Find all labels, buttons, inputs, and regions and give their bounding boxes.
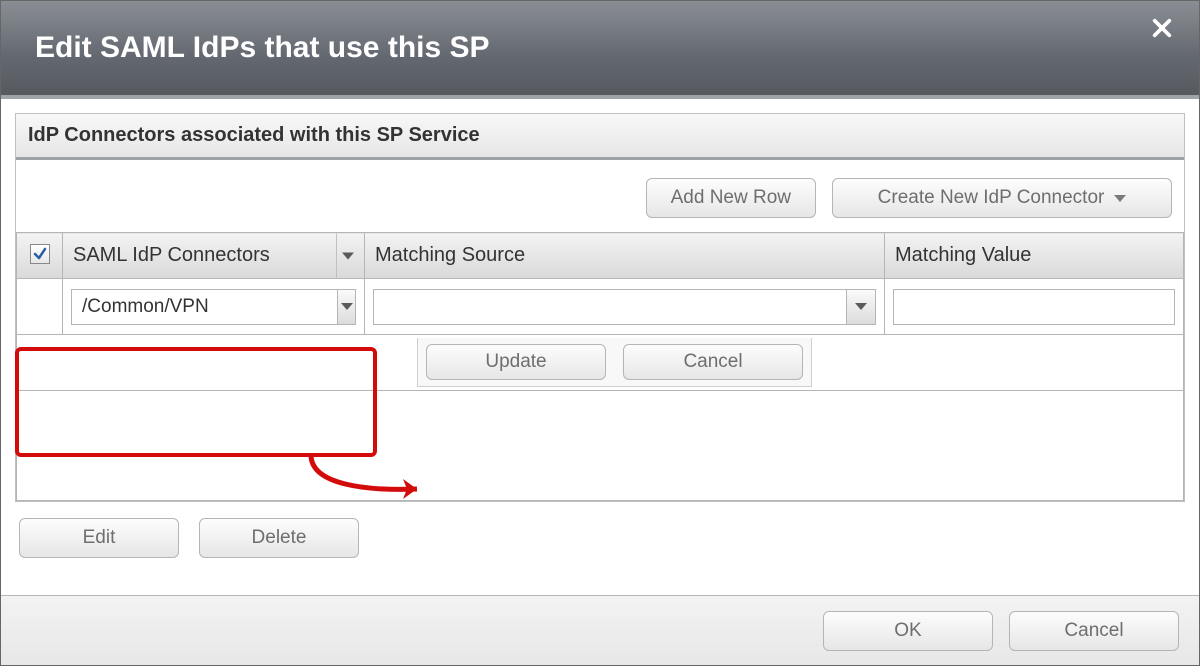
connectors-table-wrap: SAML IdP Connectors Matching Source Matc… — [16, 232, 1184, 501]
ok-button[interactable]: OK — [823, 611, 993, 651]
row-cancel-button[interactable]: Cancel — [623, 344, 803, 380]
section-body: Add New Row Create New IdP Connector — [16, 160, 1184, 501]
list-actions: Edit Delete — [15, 502, 1185, 574]
table-header-row: SAML IdP Connectors Matching Source Matc… — [17, 233, 1184, 279]
table-header-source-label: Matching Source — [375, 244, 525, 266]
table-header-connectors-label: SAML IdP Connectors — [73, 244, 270, 266]
connectors-table: SAML IdP Connectors Matching Source Matc… — [16, 232, 1184, 501]
connector-dropdown-toggle[interactable] — [337, 289, 356, 325]
value-input[interactable] — [893, 289, 1175, 325]
table-header-connectors[interactable]: SAML IdP Connectors — [63, 233, 365, 279]
table-row — [17, 279, 1184, 335]
table-row-actions: Update Cancel — [17, 335, 1184, 391]
dialog-footer: OK Cancel — [1, 595, 1199, 665]
chevron-down-icon — [1114, 195, 1126, 202]
create-new-idp-connector-button[interactable]: Create New IdP Connector — [832, 178, 1172, 218]
row-cancel-label: Cancel — [683, 351, 742, 373]
close-icon[interactable] — [1151, 17, 1177, 43]
row-actions-panel: Update Cancel — [417, 338, 812, 387]
delete-button[interactable]: Delete — [199, 518, 359, 558]
edit-label: Edit — [83, 527, 116, 549]
dialog-body: IdP Connectors associated with this SP S… — [1, 99, 1199, 595]
add-new-row-button[interactable]: Add New Row — [646, 178, 816, 218]
add-new-row-label: Add New Row — [671, 187, 791, 209]
table-header-value-label: Matching Value — [895, 244, 1031, 266]
chevron-down-icon — [341, 303, 353, 310]
ok-label: OK — [894, 620, 921, 642]
row-checkbox-cell — [17, 279, 63, 335]
update-button[interactable]: Update — [426, 344, 606, 380]
delete-label: Delete — [252, 527, 307, 549]
source-input[interactable] — [373, 289, 846, 325]
row-connector-cell — [63, 279, 365, 335]
update-label: Update — [485, 351, 546, 373]
cancel-button[interactable]: Cancel — [1009, 611, 1179, 651]
section-toolbar: Add New Row Create New IdP Connector — [16, 160, 1184, 232]
chevron-down-icon — [855, 303, 867, 310]
row-source-cell — [365, 279, 885, 335]
table-empty-space — [17, 391, 1184, 501]
row-value-cell — [885, 279, 1184, 335]
dialog-edit-saml-idps: Edit SAML IdPs that use this SP IdP Conn… — [0, 0, 1200, 666]
create-new-idp-connector-label: Create New IdP Connector — [878, 187, 1105, 209]
section-header: IdP Connectors associated with this SP S… — [16, 114, 1184, 160]
edit-button[interactable]: Edit — [19, 518, 179, 558]
section-idp-connectors: IdP Connectors associated with this SP S… — [15, 113, 1185, 502]
dialog-title: Edit SAML IdPs that use this SP — [35, 31, 490, 65]
connector-combobox[interactable] — [71, 289, 356, 325]
dialog-titlebar: Edit SAML IdPs that use this SP — [1, 1, 1199, 99]
table-header-checkbox-cell — [17, 233, 63, 279]
sort-connectors-icon[interactable] — [336, 233, 358, 278]
table-header-value[interactable]: Matching Value — [885, 233, 1184, 279]
source-combobox[interactable] — [373, 289, 876, 325]
connector-input[interactable] — [71, 289, 337, 325]
select-all-checkbox[interactable] — [30, 244, 50, 264]
source-dropdown-toggle[interactable] — [846, 289, 876, 325]
table-header-source[interactable]: Matching Source — [365, 233, 885, 279]
cancel-label: Cancel — [1064, 620, 1123, 642]
